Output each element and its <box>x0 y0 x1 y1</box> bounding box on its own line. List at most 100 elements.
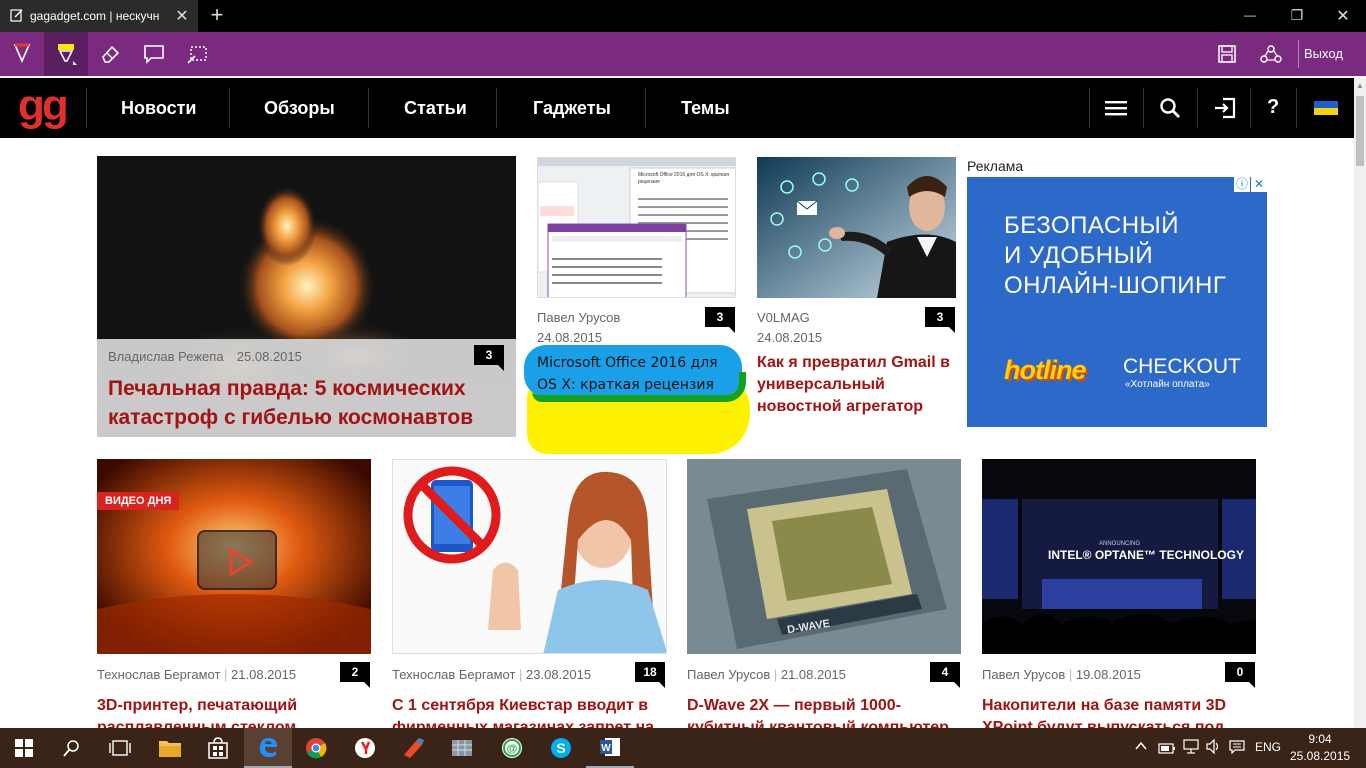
ad-banner[interactable]: ⓘ ✕ БЕЗОПАСНЫЙ И УДОБНЫЙ ОНЛАЙН-ШОПИНГ h… <box>967 177 1267 427</box>
article-title[interactable]: Microsoft Office 2016 для OS X: краткая … <box>537 352 737 396</box>
share-note-button[interactable] <box>1249 32 1293 76</box>
author-link[interactable]: Технослав Бергамот <box>392 667 515 682</box>
menu-icon[interactable] <box>1105 100 1127 116</box>
login-icon[interactable] <box>1214 97 1236 119</box>
maximize-button[interactable]: ❐ <box>1285 7 1309 24</box>
taskbar-app-pen[interactable] <box>390 728 438 768</box>
minimize-button[interactable]: — <box>1238 8 1262 22</box>
article-meta: Павел Урусов | 21.08.2015 <box>687 667 846 682</box>
featured-title[interactable]: Печальная правда: 5 космических катастро… <box>108 374 508 432</box>
article-thumbnail[interactable]: D-WAVE <box>687 459 961 654</box>
clip-icon <box>187 46 207 64</box>
ad-close-icon[interactable]: ✕ <box>1251 177 1267 192</box>
save-note-button[interactable] <box>1205 32 1249 76</box>
close-window-button[interactable]: ✕ <box>1331 6 1355 26</box>
play-video-button[interactable] <box>197 530 277 590</box>
article-thumbnail[interactable]: ВИДЕО ДНЯ <box>97 459 371 654</box>
comment-count-badge[interactable]: 4 <box>930 662 960 688</box>
nav-divider <box>1250 88 1251 128</box>
site-header <box>0 78 1354 138</box>
app-pen-icon <box>404 738 424 758</box>
nav-item-articles[interactable]: Статьи <box>404 98 467 119</box>
pen-tool-button[interactable] <box>0 32 44 76</box>
input-language[interactable]: ENG <box>1255 740 1281 754</box>
nav-item-gadgets[interactable]: Гаджеты <box>533 98 611 119</box>
nav-divider <box>645 88 646 128</box>
clip-button[interactable] <box>176 32 220 76</box>
nav-divider <box>1089 88 1090 128</box>
taskbar-mail-agent[interactable]: @ <box>488 728 536 768</box>
scroll-up-icon[interactable]: ▲ <box>1356 82 1364 90</box>
page-scrollbar[interactable] <box>1354 78 1366 728</box>
post-date: 23.08.2015 <box>526 667 592 682</box>
page-edit-icon <box>10 8 24 22</box>
site-logo[interactable]: gg <box>18 80 69 132</box>
scrollbar-thumb[interactable] <box>1356 96 1364 166</box>
article-thumbnail[interactable]: Microsoft Office 2016 для OS X: краткая … <box>537 157 736 298</box>
task-view-icon <box>109 740 131 756</box>
nav-divider <box>368 88 369 128</box>
comment-count-badge[interactable]: 0 <box>1225 662 1255 688</box>
notifications-icon[interactable] <box>1229 740 1245 755</box>
taskbar-app-grid[interactable] <box>438 728 486 768</box>
highlighter-tool-button[interactable] <box>44 32 88 76</box>
comment-count-badge[interactable]: 2 <box>340 662 370 688</box>
search-icon[interactable] <box>1159 97 1181 119</box>
add-note-button[interactable] <box>132 32 176 76</box>
folder-icon <box>159 741 181 757</box>
author-link[interactable]: V0LMAG <box>757 310 810 325</box>
author-link[interactable]: Технослав Бергамот <box>97 667 220 682</box>
network-icon[interactable] <box>1182 739 1200 754</box>
taskbar-skype[interactable]: S <box>537 728 585 768</box>
comment-count-badge[interactable]: 18 <box>635 662 665 688</box>
comment-count-badge[interactable]: 3 <box>925 307 955 333</box>
office-doc-title-text: Microsoft Office 2016 для OS X: краткая … <box>638 172 729 185</box>
article-meta: Технослав Бергамот | 21.08.2015 <box>97 667 297 682</box>
article-thumbnail[interactable]: ANNOUNCING INTEL® OPTANE™ TECHNOLOGY <box>982 459 1256 654</box>
article-thumbnail[interactable] <box>392 459 667 654</box>
windows-logo-icon <box>15 739 33 757</box>
author-link[interactable]: Павел Урусов <box>982 667 1065 682</box>
nav-item-reviews[interactable]: Обзоры <box>264 98 335 119</box>
author-link[interactable]: Павел Урусов <box>687 667 770 682</box>
battery-icon[interactable] <box>1158 741 1176 754</box>
taskbar-edge[interactable] <box>244 728 292 768</box>
featured-article[interactable]: Владислав Режепа 25.08.2015 3 Печальная … <box>97 156 516 437</box>
intel-optane-text: INTEL® OPTANE™ TECHNOLOGY <box>1048 548 1244 562</box>
help-button[interactable]: ? <box>1267 96 1279 119</box>
clock-time[interactable]: 9:04 <box>1290 732 1350 746</box>
start-button[interactable] <box>0 728 48 768</box>
nav-divider <box>1197 88 1198 128</box>
article-meta: Технослав Бергамот | 23.08.2015 <box>392 667 592 682</box>
taskbar-chrome[interactable] <box>292 728 340 768</box>
clock-date[interactable]: 25.08.2015 <box>1290 749 1350 763</box>
nav-item-topics[interactable]: Темы <box>681 98 730 119</box>
featured-meta: Владислав Режепа 25.08.2015 <box>108 349 302 364</box>
comment-count-badge[interactable]: 3 <box>474 345 504 371</box>
comment-count-badge[interactable]: 3 <box>705 307 735 333</box>
close-tab-icon[interactable]: ✕ <box>172 6 192 26</box>
volume-icon[interactable] <box>1206 738 1222 755</box>
tray-overflow-icon[interactable] <box>1134 739 1148 753</box>
taskbar-word[interactable]: W <box>586 728 634 768</box>
taskbar-file-explorer[interactable] <box>146 728 194 768</box>
author-link[interactable]: Владислав Режепа <box>108 349 224 364</box>
phone-ban-image <box>393 460 666 653</box>
author-link[interactable]: Павел Урусов <box>537 310 620 325</box>
taskbar-store[interactable] <box>194 728 242 768</box>
ad-headline-line2: И УДОБНЫЙ <box>1004 242 1154 269</box>
article-title[interactable]: Как я превратил Gmail в универсальный но… <box>757 352 962 418</box>
new-tab-button[interactable]: + <box>205 2 229 30</box>
word-icon: W <box>600 738 620 756</box>
nav-item-news[interactable]: Новости <box>121 98 196 119</box>
ad-info-icon[interactable]: ⓘ <box>1234 177 1250 192</box>
ukraine-flag-icon[interactable] <box>1314 101 1338 115</box>
nav-divider <box>496 88 497 128</box>
eraser-tool-button[interactable] <box>88 32 132 76</box>
task-view-button[interactable] <box>96 728 144 768</box>
article-thumbnail[interactable] <box>757 157 956 298</box>
search-icon <box>63 740 79 757</box>
exit-button[interactable]: Выход <box>1304 46 1343 61</box>
taskbar-yandex[interactable] <box>341 728 389 768</box>
search-button[interactable] <box>48 728 96 768</box>
